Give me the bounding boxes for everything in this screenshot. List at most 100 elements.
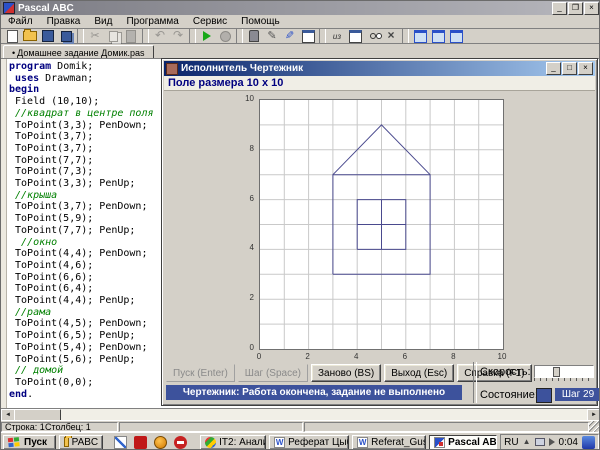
editor-gutter [1,59,7,409]
toolbar-separator [189,29,196,43]
toolbar-separator [402,29,409,43]
statusbar-panel-2 [119,422,303,432]
language-indicator[interactable]: RU [504,437,518,448]
code-token: ToPoint(4,4); PenUp; [9,295,136,307]
run-button[interactable] [198,29,216,43]
menu-file[interactable]: Файл [1,16,40,27]
menu-edit[interactable]: Правка [40,16,88,27]
redo-button [169,29,187,43]
y-axis-tick-label: 8 [249,143,254,153]
code-token: //крыша [9,189,58,201]
arrange-windows-button[interactable] [447,29,465,43]
code-token: begin [9,84,40,96]
code-line: ToPoint(3,7); [9,143,154,155]
drawman-maximize-button[interactable]: □ [562,62,577,75]
drawman-titlebar[interactable]: Исполнитель Чертежник _ □ × [164,61,595,76]
executor-drawman-button[interactable] [263,29,281,43]
drawman-minimize-button[interactable]: _ [546,62,561,75]
y-axis-tick-label: 2 [249,293,254,303]
menu-service[interactable]: Сервис [186,16,234,27]
copy-button [104,29,122,43]
start-button[interactable]: Пуск [3,434,57,449]
code-line: uses Drawman; [9,73,154,85]
drawman-close-button[interactable]: × [578,62,593,75]
acrobat-reader-icon[interactable] [134,435,148,449]
exit-button[interactable]: Выход (Esc) [384,364,455,382]
volume-tray-icon[interactable] [548,438,555,446]
taskbar-window-button[interactable]: Pascal ABC [429,434,498,449]
quick-launch-area [114,435,188,449]
show-window-button[interactable] [346,29,364,43]
menu-view[interactable]: Вид [87,16,119,27]
minimize-button[interactable]: _ [552,1,567,15]
panel-separator [473,362,477,403]
menu-help[interactable]: Помощь [234,16,287,27]
drawman-status-message: Чертежник: Работа окончена, задание не в… [166,385,462,400]
code-line: end. [9,389,154,401]
paste-button [122,29,140,43]
code-token: program [9,61,52,72]
restart-button[interactable]: Заново (BS) [310,364,382,382]
restore-button[interactable]: ❐ [568,1,583,15]
code-line: ToPoint(3,7); PenDown; [9,201,154,213]
new-file-button[interactable] [3,29,21,43]
tile-windows-button[interactable] [429,29,447,43]
code-line: program Domik; [9,61,154,73]
io-sample-button[interactable]: из [328,29,346,43]
close-file-button[interactable] [382,29,400,43]
antivirus-icon[interactable] [154,435,168,449]
field-canvas [260,100,503,349]
taskbar-window-button[interactable]: Реферат Цыбико... [269,434,350,449]
taskbar-window-button[interactable]: Referat_Guseva_... [352,434,427,449]
code-token: ToPoint(7,7); PenUp; [9,224,136,236]
taskbar-window-buttons: IT2: Анализ и сам...Реферат Цыбико...Ref… [200,434,498,449]
cascade-windows-button[interactable] [411,29,429,43]
y-axis-tick-label: 10 [245,94,254,103]
agent-tray-icon[interactable]: ▲ [523,438,531,446]
system-tray: RU ▲ 0:04 [500,433,599,449]
guard-icon[interactable] [174,435,188,449]
drawman-title: Исполнитель Чертежник [181,63,304,74]
y-axis-tick-label: 0 [249,343,254,352]
save-all-button[interactable] [57,29,75,43]
taskbar-window-button[interactable]: IT2: Анализ и сам... [200,434,267,449]
code-token: ToPoint(5,4); PenDown; [9,341,148,353]
cascade-windows-icon [413,29,427,43]
run-icon [203,31,211,41]
code-token: ToPoint(7,7); [9,154,94,166]
save-button[interactable] [39,29,57,43]
drawman-window[interactable]: Исполнитель Чертежник _ □ × Поле размера… [161,58,599,406]
speed-slider-thumb[interactable] [553,367,560,377]
executor-turtle-button[interactable] [281,29,299,43]
watch-button[interactable] [364,29,382,43]
undo-button [151,29,169,43]
code-area[interactable]: program Domik; uses Drawman; begin Field … [9,61,154,400]
messenger-tray-icon[interactable] [582,435,595,449]
clock[interactable]: 0:04 [559,437,578,448]
titlebar[interactable]: Pascal ABC _ ❐ × [1,1,599,15]
new-file-icon [6,29,18,43]
step-counter-badge: Шаг 29 [555,388,599,401]
code-token: ToPoint(5,6); PenUp; [9,353,136,365]
network-tray-icon[interactable] [534,438,545,446]
statusbar-line: Строка: 1 [5,422,45,432]
code-line: //крыша [9,190,154,202]
stop-icon [219,30,231,42]
speed-slider[interactable] [534,365,594,378]
windows-flag-icon [7,437,14,442]
statusbar-column: Столбец: 1 [45,422,91,432]
open-file-button[interactable] [21,29,39,43]
io-sample-icon: из [332,31,342,41]
x-axis-tick-label: 8 [451,352,456,361]
shortcut-doc-icon[interactable] [114,435,128,449]
state-label: Состояние: [480,389,538,401]
code-line: Field (10,10); [9,96,154,108]
copy-icon [108,30,118,42]
taskbar-folder-button[interactable]: PABC [59,434,104,449]
executor-robot-button[interactable] [245,29,263,43]
code-line: ToPoint(0,0); [9,377,154,389]
close-button[interactable]: × [584,1,599,15]
module-task-button[interactable] [299,29,317,43]
tile-windows-icon [431,29,445,43]
menu-program[interactable]: Программа [119,16,185,27]
